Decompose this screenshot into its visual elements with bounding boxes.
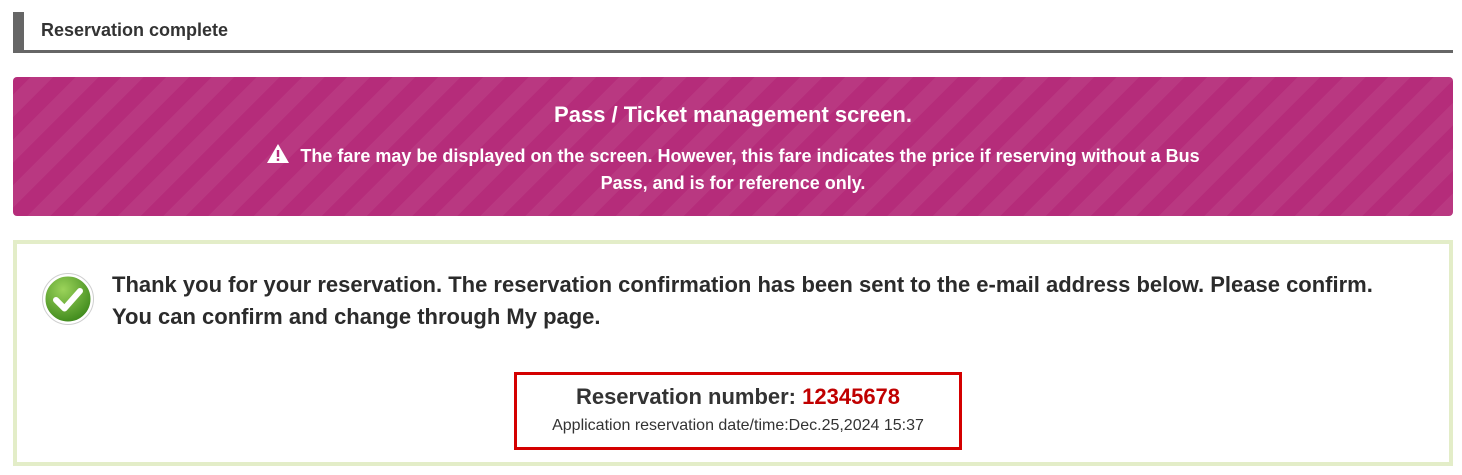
warning-triangle-icon	[267, 144, 290, 163]
checkmark-circle-icon	[42, 273, 94, 325]
notice-message-block: The fare may be displayed on the screen.…	[253, 143, 1213, 197]
thank-you-message: Thank you for your reservation. The rese…	[112, 269, 1422, 333]
application-datetime: Application reservation date/time:Dec.25…	[552, 417, 924, 434]
reservation-number-line: Reservation number: 12345678	[517, 383, 959, 411]
reservation-number-box: Reservation number: 12345678 Application…	[514, 372, 962, 450]
notice-title: Pass / Ticket management screen.	[554, 102, 912, 127]
notice-message: The fare may be displayed on the screen.…	[300, 146, 1200, 193]
reservation-number-value: 12345678	[802, 384, 901, 409]
my-page-instruction: You can confirm and change through My pa…	[112, 304, 601, 329]
pass-ticket-notice-banner: Pass / Ticket management screen. The far…	[13, 77, 1453, 216]
reservation-number-label: Reservation number:	[575, 384, 797, 409]
confirmation-message-line: Thank you for your reservation. The rese…	[112, 272, 1373, 297]
section-header: Reservation complete	[13, 12, 1453, 53]
page-title: Reservation complete	[41, 19, 229, 40]
reservation-confirmation-panel: Thank you for your reservation. The rese…	[13, 240, 1453, 466]
